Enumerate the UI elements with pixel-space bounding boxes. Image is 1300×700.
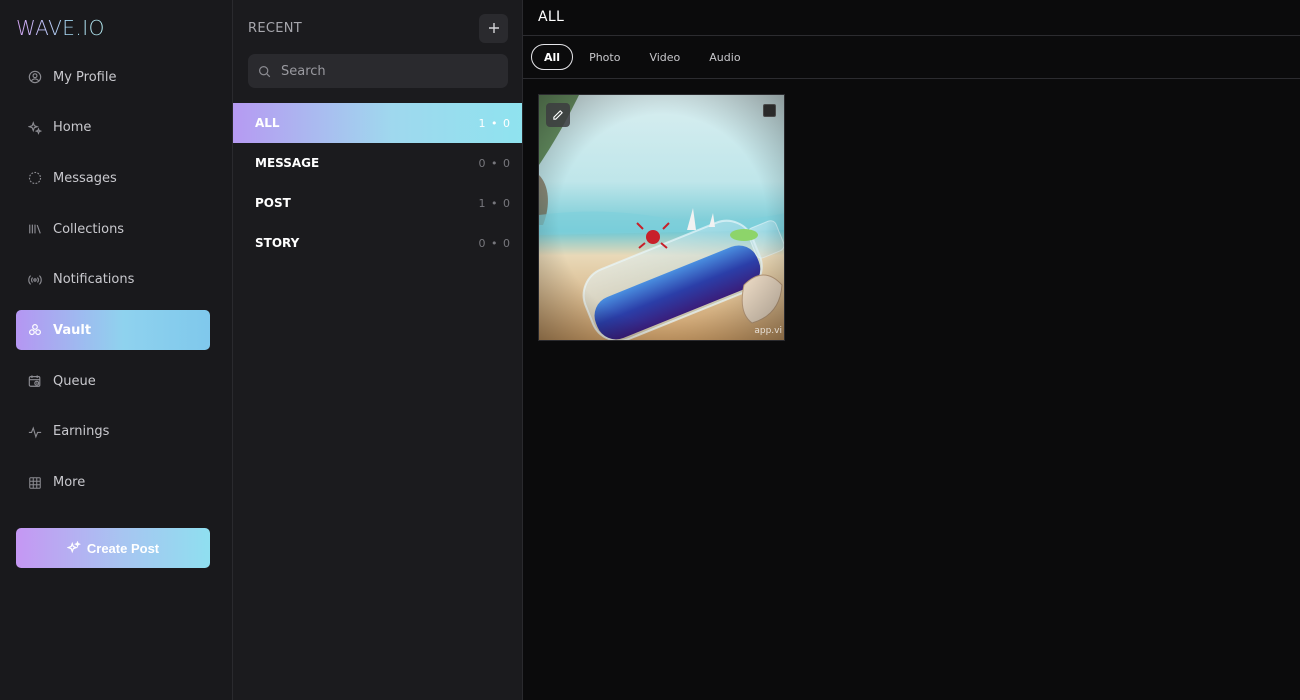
category-label: ALL xyxy=(255,116,280,130)
sidebar-item-home[interactable]: Home xyxy=(16,108,210,148)
sidebar-item-label: Home xyxy=(53,120,92,136)
sidebar-item-earnings[interactable]: Earnings xyxy=(16,412,210,452)
sidebar-item-collections[interactable]: Collections xyxy=(16,209,210,249)
sparkle-icon xyxy=(27,120,43,136)
edit-button[interactable] xyxy=(546,103,570,127)
tab-photo[interactable]: Photo xyxy=(576,44,633,70)
image-watermark: app.vi xyxy=(754,326,782,336)
search-icon xyxy=(258,65,271,78)
sidebar-item-notifications[interactable]: Notifications xyxy=(16,260,210,300)
select-checkbox[interactable] xyxy=(763,104,776,117)
sidebar-item-label: Queue xyxy=(53,373,96,389)
sparkle-icon xyxy=(66,541,81,555)
vault-icon xyxy=(27,322,43,338)
calendar-clock-icon xyxy=(27,373,43,389)
category-count: 0 • 0 xyxy=(478,236,511,250)
sidebar-item-my-profile[interactable]: My Profile xyxy=(16,57,210,97)
category-story[interactable]: STORY 0 • 0 xyxy=(233,223,522,263)
media-filter-tabs: All Photo Video Audio xyxy=(531,44,757,70)
category-count: 0 • 0 xyxy=(478,156,511,170)
recent-panel: RECENT ALL 1 • 0 MESSAGE 0 • 0 POST 1 xyxy=(233,0,523,700)
create-post-button[interactable]: Create Post xyxy=(16,528,210,568)
pencil-icon xyxy=(552,106,564,125)
media-thumbnail[interactable]: app.vi xyxy=(538,94,785,341)
sidebar-item-label: Collections xyxy=(53,221,125,237)
grid-icon xyxy=(27,475,43,491)
search-input[interactable] xyxy=(279,62,508,80)
pulse-icon xyxy=(27,424,43,440)
sidebar-item-messages[interactable]: Messages xyxy=(16,158,210,198)
category-label: POST xyxy=(255,196,291,210)
sidebar-item-label: Notifications xyxy=(53,272,135,288)
tabs-divider xyxy=(523,78,1300,79)
add-button[interactable] xyxy=(479,14,508,43)
brand-logo-text: WAVE.IO xyxy=(16,16,105,40)
category-count: 1 • 0 xyxy=(478,196,511,210)
category-post[interactable]: POST 1 • 0 xyxy=(233,183,522,223)
app-root: WAVE.IO My Profile Home Messages Collect… xyxy=(0,0,1300,700)
sidebar-item-vault[interactable]: Vault xyxy=(16,310,210,351)
chat-bubble-icon xyxy=(27,170,43,186)
category-count: 1 • 0 xyxy=(478,116,511,130)
category-label: MESSAGE xyxy=(255,156,320,170)
sidebar-item-more[interactable]: More xyxy=(16,463,210,503)
sidebar-item-label: Earnings xyxy=(53,424,110,440)
broadcast-icon xyxy=(27,272,43,288)
vault-main: ALL All Photo Video Audio app.vi xyxy=(523,0,1300,700)
tab-all[interactable]: All xyxy=(531,44,574,70)
create-post-label: Create Post xyxy=(86,540,160,556)
category-label: STORY xyxy=(255,236,300,250)
page-title: ALL xyxy=(538,9,565,25)
sidebar-item-label: Messages xyxy=(53,170,117,186)
sidebar-item-label: Vault xyxy=(53,322,92,338)
library-icon xyxy=(27,221,43,237)
brand-logo[interactable]: WAVE.IO xyxy=(16,16,105,40)
sidebar-item-label: More xyxy=(53,475,86,490)
recent-title: RECENT xyxy=(248,21,303,36)
sidebar-item-queue[interactable]: Queue xyxy=(16,361,210,401)
tab-video[interactable]: Video xyxy=(636,44,693,70)
category-all[interactable]: ALL 1 • 0 xyxy=(233,103,522,143)
tab-audio[interactable]: Audio xyxy=(696,44,753,70)
category-message[interactable]: MESSAGE 0 • 0 xyxy=(233,143,522,183)
user-circle-icon xyxy=(27,69,43,85)
sidebar-nav: My Profile Home Messages Collections Not… xyxy=(16,57,210,513)
sidebar: WAVE.IO My Profile Home Messages Collect… xyxy=(0,0,233,700)
sidebar-item-label: My Profile xyxy=(53,69,117,85)
plus-icon xyxy=(488,18,500,39)
header-divider xyxy=(523,35,1300,36)
category-list: ALL 1 • 0 MESSAGE 0 • 0 POST 1 • 0 STORY… xyxy=(233,103,522,263)
bottle-beach-image xyxy=(539,95,784,340)
search-box[interactable] xyxy=(248,54,508,88)
